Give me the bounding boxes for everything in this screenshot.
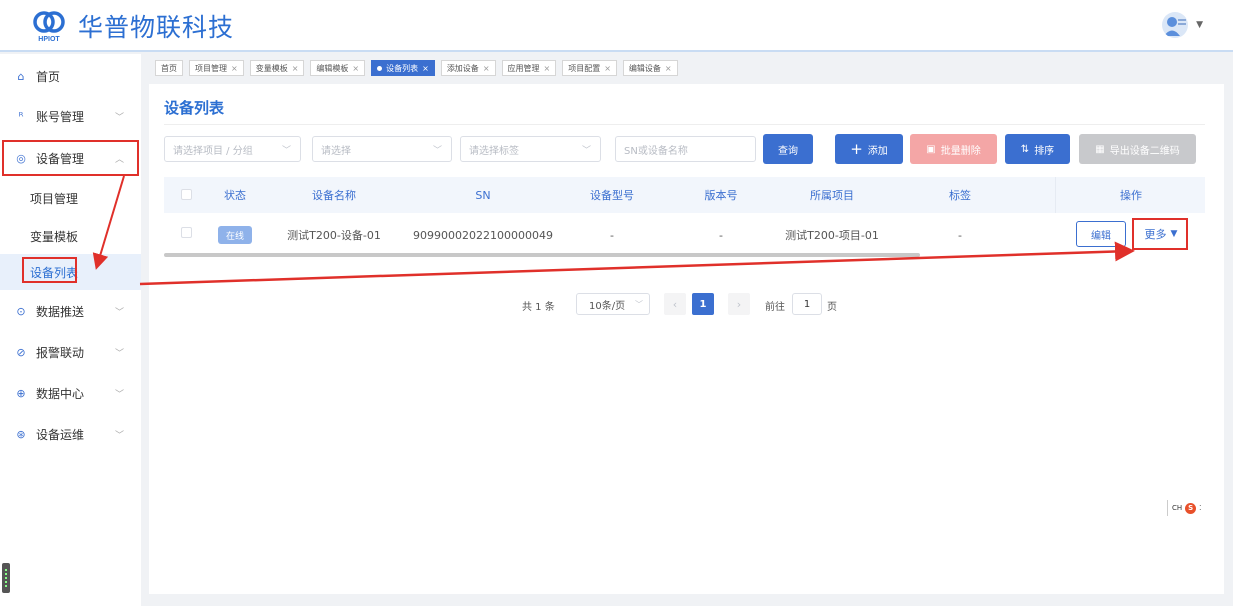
annotation-arrows bbox=[92, 175, 1135, 286]
battery-widget-icon bbox=[2, 563, 10, 593]
ime-label: CH bbox=[1172, 504, 1183, 512]
arrow-to-device-list bbox=[92, 175, 125, 270]
arrow-to-more-button bbox=[139, 241, 1135, 286]
more-dots-icon: ⁚ bbox=[1199, 504, 1202, 512]
ime-indicator[interactable]: CH S ⁚ bbox=[1167, 500, 1201, 516]
sogou-icon: S bbox=[1185, 502, 1197, 514]
